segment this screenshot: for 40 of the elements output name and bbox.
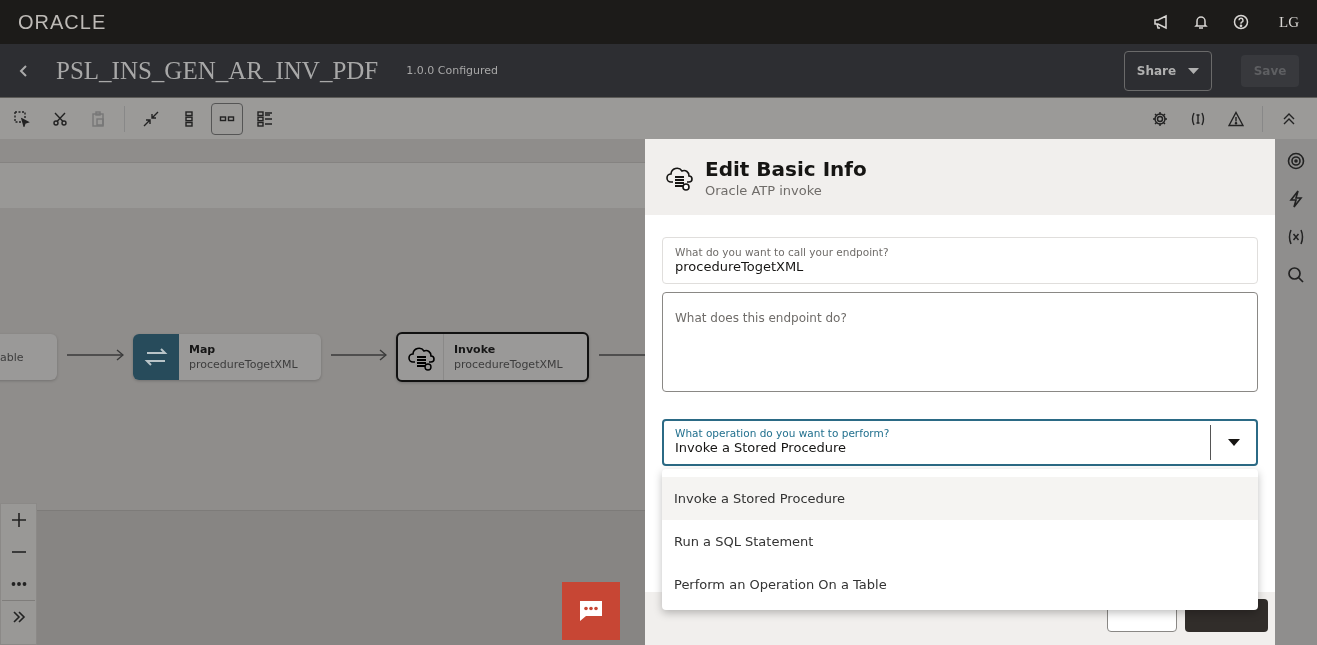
- node-title: Invoke: [454, 343, 497, 356]
- help-icon[interactable]: [1233, 14, 1249, 30]
- description-field[interactable]: What does this endpoint do?: [662, 292, 1258, 392]
- back-icon[interactable]: [18, 62, 30, 79]
- version-status: 1.0.0 Configured: [406, 64, 499, 77]
- dropdown-option[interactable]: Perform an Operation On a Table: [662, 563, 1258, 606]
- panel-subtitle: Oracle ATP invoke: [705, 182, 823, 198]
- panel-title: Edit Basic Info: [705, 156, 867, 181]
- node-title: Map: [189, 343, 217, 356]
- search-icon[interactable]: [1287, 266, 1305, 284]
- oracle-logo: ORACLE: [18, 10, 107, 34]
- variable-icon[interactable]: [1287, 228, 1305, 246]
- field-value: Invoke a Stored Procedure: [675, 440, 848, 455]
- connector-arrow: [331, 349, 387, 361]
- field-label: What do you want to call your endpoint?: [675, 246, 890, 258]
- map-node[interactable]: Map procedureTogetXML: [133, 334, 321, 380]
- megaphone-icon[interactable]: [1153, 14, 1169, 30]
- flow-node[interactable]: able: [0, 334, 57, 380]
- node-subtitle: procedureTogetXML: [454, 358, 563, 371]
- integration-title: PSL_INS_GEN_AR_INV_PDF: [56, 56, 379, 85]
- operation-select[interactable]: What operation do you want to perform? Invoke a Stored Procedure: [662, 419, 1258, 466]
- dropdown-option[interactable]: Invoke a Stored Procedure: [662, 477, 1258, 520]
- text-field[interactable]: What do you want to call your endpoint? procedureTogetXML: [662, 237, 1258, 284]
- bell-icon[interactable]: [1193, 14, 1209, 30]
- node-subtitle: able: [0, 350, 24, 364]
- horizontal-layout-icon[interactable]: [211, 102, 243, 135]
- dropdown-option[interactable]: Run a SQL Statement: [662, 520, 1258, 563]
- connector-arrow: [67, 349, 124, 361]
- caret-icon: [1227, 439, 1240, 446]
- chat-icon: [578, 599, 604, 623]
- share-button[interactable]: Share: [1124, 50, 1212, 91]
- lightning-icon[interactable]: [1287, 190, 1305, 208]
- target-icon[interactable]: [1287, 152, 1305, 170]
- node-subtitle: procedureTogetXML: [189, 358, 298, 371]
- caret-icon: [1188, 67, 1200, 74]
- user-initials[interactable]: LG: [1279, 13, 1299, 31]
- field-label: What operation do you want to perform?: [675, 427, 891, 439]
- invoke-node[interactable]: Invoke procedureTogetXML: [396, 332, 589, 382]
- field-value: procedureTogetXML: [675, 259, 805, 274]
- chat-button[interactable]: [562, 582, 620, 640]
